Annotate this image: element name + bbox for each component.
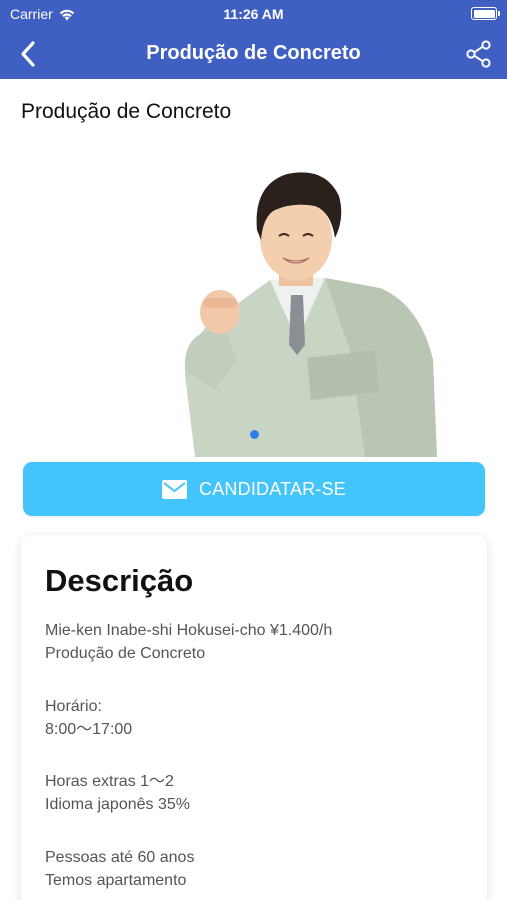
description-line: Produção de Concreto bbox=[45, 645, 206, 662]
apply-button-label: CANDIDATAR-SE bbox=[199, 478, 346, 499]
description-block-requirements: Pessoas até 60 anos Temos apartamento bbox=[45, 846, 194, 892]
nav-title: Produção de Concreto bbox=[146, 42, 361, 64]
description-line: Idioma japonês 35% bbox=[45, 796, 190, 813]
carousel-page-dot[interactable] bbox=[250, 430, 259, 439]
description-block-hours: Horário: 8:00〜17:00 bbox=[45, 695, 132, 741]
status-time: 11:26 AM bbox=[223, 6, 284, 22]
description-line: Horário: bbox=[45, 698, 102, 715]
nav-bar: Produção de Concreto bbox=[0, 28, 507, 79]
job-photo bbox=[175, 160, 445, 457]
description-line: 8:00〜17:00 bbox=[45, 721, 133, 738]
worker-photo-image bbox=[184, 172, 437, 457]
chevron-left-icon bbox=[21, 41, 35, 67]
description-block-extras: Horas extras 1〜2 Idioma japonês 35% bbox=[45, 770, 190, 816]
mail-icon bbox=[162, 479, 188, 499]
battery-icon bbox=[471, 7, 500, 20]
apply-button[interactable]: CANDIDATAR-SE bbox=[23, 462, 485, 516]
description-title: Descrição bbox=[45, 563, 194, 598]
page-heading: Produção de Concreto bbox=[21, 100, 232, 123]
battery-cap bbox=[498, 11, 500, 16]
description-line: Temos apartamento bbox=[45, 872, 187, 889]
description-line: Mie-ken Inabe-shi Hokusei-cho ¥1.400/h bbox=[45, 622, 333, 639]
description-block-location: Mie-ken Inabe-shi Hokusei-cho ¥1.400/h P… bbox=[45, 619, 332, 665]
description-line: Horas extras 1〜2 bbox=[45, 773, 174, 790]
back-button[interactable] bbox=[8, 34, 48, 74]
battery-fill bbox=[473, 9, 495, 18]
description-line: Pessoas até 60 anos bbox=[45, 849, 195, 866]
description-card: Descrição Mie-ken Inabe-shi Hokusei-cho … bbox=[21, 535, 487, 900]
status-bar: Carrier 11:26 AM bbox=[0, 0, 507, 28]
share-button[interactable] bbox=[459, 34, 499, 74]
share-icon bbox=[466, 40, 491, 68]
